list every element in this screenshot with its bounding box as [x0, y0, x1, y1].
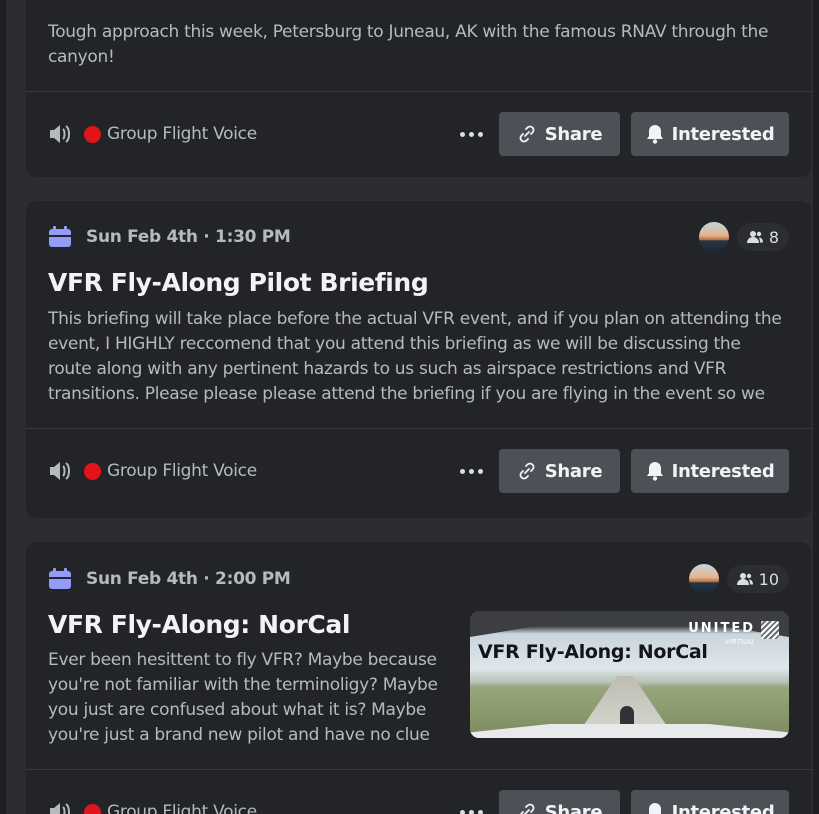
interested-button[interactable]: Interested: [631, 449, 789, 493]
more-options-button[interactable]: [455, 449, 487, 493]
share-button[interactable]: Share: [499, 790, 620, 814]
share-button[interactable]: Share: [499, 449, 620, 493]
more-options-button[interactable]: [455, 112, 487, 156]
bell-icon: [646, 125, 663, 144]
cover-title: VFR Fly-Along: NorCal: [478, 641, 708, 663]
globe-logo-icon: [761, 621, 779, 639]
event-card[interactable]: Sun Feb 4th · 2:00 PM 10 VFR Fly-Along: …: [26, 542, 811, 814]
link-icon: [519, 462, 535, 480]
more-dot: [468, 131, 474, 137]
more-dots-icon: [459, 809, 465, 814]
bell-icon: [646, 462, 663, 481]
more-dots-icon: [459, 131, 465, 137]
avatar[interactable]: [698, 222, 729, 252]
interested-button[interactable]: Interested: [631, 112, 789, 156]
event-channel[interactable]: Group Flight Voice: [107, 124, 257, 144]
event-footer: Group Flight Voice Share Interested: [26, 770, 811, 814]
more-dot: [477, 809, 483, 814]
event-date: Sun Feb 4th · 1:30 PM: [86, 227, 291, 247]
event-title[interactable]: VFR Fly-Along Pilot Briefing: [48, 268, 789, 297]
event-title[interactable]: VFR Fly-Along: NorCal: [48, 610, 448, 639]
live-dot-icon: [84, 462, 101, 480]
interested-button[interactable]: Interested: [631, 790, 789, 814]
live-dot-icon: [84, 125, 101, 143]
more-dots-icon: [459, 468, 465, 474]
more-dot: [468, 468, 474, 474]
interested-count-badge[interactable]: 10: [726, 565, 789, 593]
event-card[interactable]: Tough approach this week, Petersburg to …: [26, 0, 811, 177]
live-dot-icon: [84, 803, 101, 814]
event-date-row: Sun Feb 4th · 2:00 PM 10: [48, 564, 789, 594]
people-icon: [736, 573, 753, 585]
stage-speaker-icon: [50, 462, 70, 480]
stage-speaker-icon: [50, 125, 70, 143]
event-channel[interactable]: Group Flight Voice: [107, 802, 257, 814]
cover-logo-text: UNITED: [688, 621, 755, 636]
event-cover-image[interactable]: VFR Fly-Along: NorCal UNITED VIRTUAL: [470, 611, 789, 738]
event-footer: Group Flight Voice Share Interested: [26, 429, 811, 513]
interested-count-badge[interactable]: 8: [736, 223, 789, 251]
bell-icon: [648, 803, 661, 814]
event-date: Sun Feb 4th · 2:00 PM: [86, 569, 291, 589]
share-label: Share: [544, 460, 603, 482]
dashboard-graphic: [470, 724, 789, 738]
share-button[interactable]: Share: [499, 112, 620, 156]
stage-speaker-icon: [50, 803, 70, 814]
event-card[interactable]: Sun Feb 4th · 1:30 PM 8 VFR Fly-Along Pi…: [26, 201, 811, 518]
event-description: Ever been hesittent to fly VFR? Maybe be…: [48, 650, 438, 745]
interested-count: 8: [768, 227, 779, 247]
window-edge-right: [813, 0, 819, 814]
event-title: [48, 0, 789, 14]
more-options-button[interactable]: [455, 790, 487, 814]
share-label: Share: [544, 801, 603, 814]
cover-logo-subtext: VIRTUAL: [725, 638, 755, 646]
interested-label: Interested: [671, 460, 775, 482]
calendar-icon: [49, 568, 71, 589]
event-description: This briefing will take place before the…: [48, 309, 782, 404]
event-date-row: Sun Feb 4th · 1:30 PM 8: [48, 222, 789, 252]
share-label: Share: [544, 123, 603, 145]
event-footer: Group Flight Voice Share Interested: [26, 92, 811, 176]
more-dot: [468, 809, 474, 814]
interested-label: Interested: [671, 123, 775, 145]
more-dot: [477, 131, 483, 137]
more-dot: [477, 468, 483, 474]
people-icon: [746, 231, 763, 243]
event-channel[interactable]: Group Flight Voice: [107, 461, 257, 481]
calendar-icon: [49, 226, 71, 247]
avatar[interactable]: [688, 564, 719, 594]
interested-label: Interested: [671, 801, 775, 814]
event-description: Tough approach this week, Petersburg to …: [48, 22, 769, 67]
link-icon: [519, 125, 535, 143]
interested-count: 10: [758, 569, 779, 589]
link-icon: [519, 803, 535, 814]
window-edge-left: [0, 0, 6, 814]
